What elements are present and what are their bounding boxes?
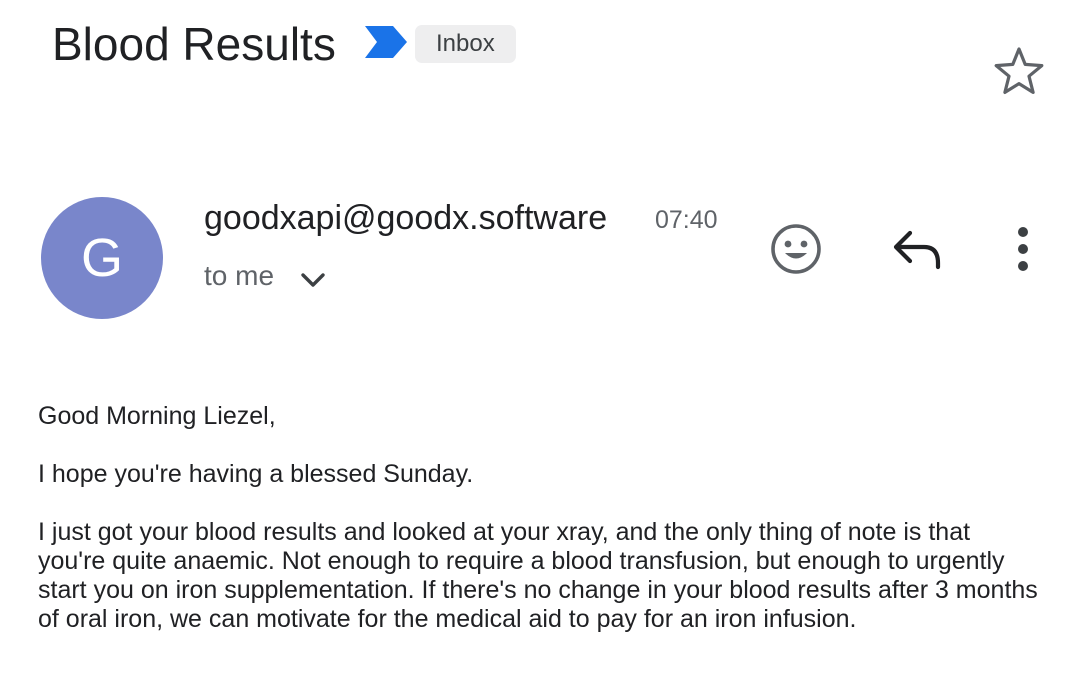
email-subject: Blood Results	[52, 18, 336, 70]
star-icon[interactable]	[992, 44, 1046, 98]
sender-avatar[interactable]: G	[41, 197, 163, 319]
reply-icon[interactable]	[890, 223, 946, 275]
more-vert-icon[interactable]	[1004, 222, 1042, 276]
sender-email[interactable]: goodxapi@goodx.software	[204, 196, 607, 240]
chevron-down-icon[interactable]	[298, 266, 328, 292]
message-paragraph: I just got your blood results and looked…	[38, 518, 1038, 633]
recipients-toggle[interactable]: to me	[204, 258, 274, 294]
emoji-reaction-icon[interactable]	[766, 219, 826, 279]
message-paragraph: I hope you're having a blessed Sunday.	[38, 460, 474, 488]
importance-marker-icon[interactable]	[363, 24, 409, 60]
message-greeting: Good Morning Liezel,	[38, 402, 276, 430]
message-body: Good Morning Liezel, I hope you're havin…	[38, 402, 1038, 663]
inbox-label-chip[interactable]: Inbox	[415, 25, 516, 63]
message-time: 07:40	[655, 206, 718, 234]
